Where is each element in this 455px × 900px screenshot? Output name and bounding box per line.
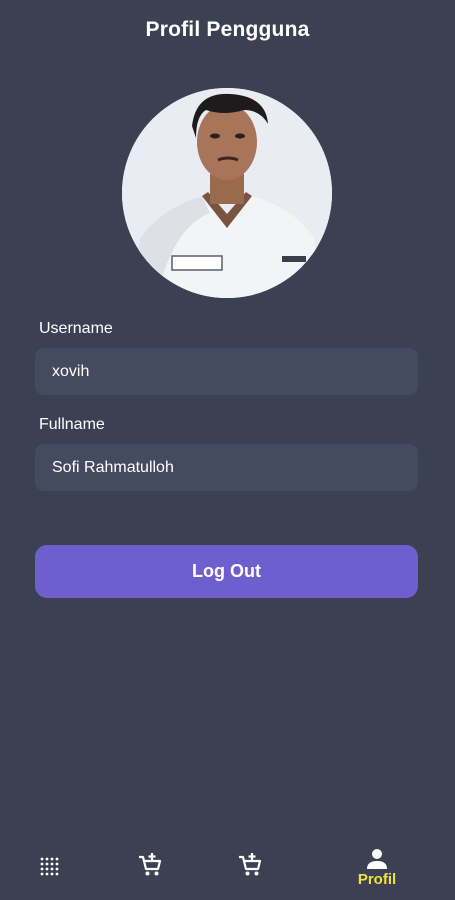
bottom-navigation: Profil — [0, 840, 455, 900]
person-icon — [367, 849, 387, 869]
grid-dots-icon — [40, 857, 59, 876]
avatar — [122, 88, 332, 298]
username-label: Username — [39, 320, 113, 337]
cart-add-icon — [239, 853, 262, 876]
nav-item-cart-add-2[interactable] — [230, 840, 270, 900]
cart-add-icon — [139, 853, 162, 876]
nav-item-home[interactable] — [30, 840, 70, 900]
nav-item-cart-add[interactable] — [130, 840, 170, 900]
fullname-field[interactable]: Sofi Rahmatulloh — [35, 444, 418, 491]
fullname-label: Fullname — [39, 416, 105, 433]
nav-label-profil: Profil — [357, 871, 397, 888]
nav-item-profil[interactable]: Profil — [347, 840, 407, 900]
logout-button[interactable]: Log Out — [35, 545, 418, 598]
username-field[interactable]: xovih — [35, 348, 418, 395]
page-title: Profil Pengguna — [145, 18, 310, 41]
avatar-photo — [122, 88, 332, 298]
profile-screen: Profil Pengguna Username xovih Fullname … — [0, 0, 455, 900]
